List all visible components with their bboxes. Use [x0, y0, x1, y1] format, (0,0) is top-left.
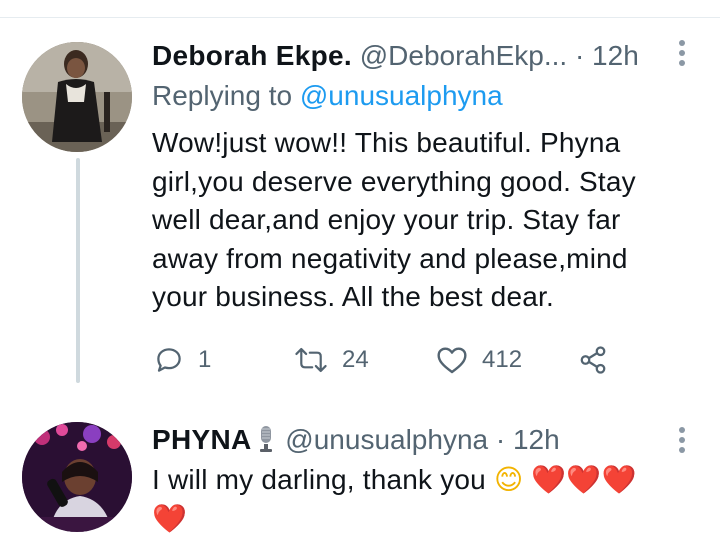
reply-button[interactable]: 1 — [154, 340, 211, 380]
tweet-actions: 1 24 412 — [154, 340, 634, 380]
author-name[interactable]: PHYNA — [152, 424, 252, 455]
like-button[interactable]: 412 — [436, 340, 522, 380]
tweet-phyna[interactable]: PHYNA @unusualphyna · 12h I will my darl… — [0, 405, 720, 553]
reply-text: I will my darling, thank you — [152, 464, 486, 495]
tweet-header: Deborah Ekpe. @DeborahEkp... · 12h — [152, 38, 692, 74]
replying-to: Replying to @unusualphyna — [152, 78, 503, 114]
tweet-text: Wow!just wow!! This beautiful. Phyna gir… — [152, 127, 636, 312]
thread-line — [76, 158, 80, 383]
more-icon[interactable] — [678, 427, 686, 457]
retweet-button[interactable]: 24 — [294, 340, 369, 380]
more-icon[interactable] — [678, 40, 686, 70]
heart-emoji: ❤️ — [152, 501, 188, 535]
author-handle[interactable]: @unusualphyna — [285, 424, 488, 455]
reply-icon — [157, 348, 181, 372]
reply-count: 1 — [198, 346, 212, 373]
tweet-deborah[interactable]: Deborah Ekpe. @DeborahEkp... · 12h Reply… — [0, 18, 720, 405]
hearts-emoji: ❤️❤️❤️ — [531, 463, 637, 496]
like-count: 412 — [482, 346, 523, 373]
tweet-time[interactable]: · 12h — [496, 424, 560, 455]
microphone-icon — [258, 425, 274, 462]
avatar[interactable] — [22, 422, 132, 532]
tweet-text: I will my darling, thank you 😊 ❤️❤️❤️ ❤️ — [152, 461, 682, 538]
like-icon — [437, 347, 467, 374]
share-button[interactable] — [578, 340, 608, 380]
author-name[interactable]: Deborah Ekpe. — [152, 40, 352, 71]
retweet-count: 24 — [342, 346, 369, 373]
smile-emoji: 😊 — [493, 463, 524, 496]
tweet-time[interactable]: · 12h — [575, 40, 639, 71]
avatar[interactable] — [22, 42, 132, 152]
author-handle[interactable]: @DeborahEkp... — [360, 40, 567, 71]
retweet-icon — [295, 347, 327, 373]
tweet-header: PHYNA @unusualphyna · 12h — [152, 422, 692, 462]
share-icon — [580, 346, 606, 374]
replying-prefix: Replying to — [152, 80, 293, 111]
replying-handle-link[interactable]: @unusualphyna — [300, 80, 503, 111]
